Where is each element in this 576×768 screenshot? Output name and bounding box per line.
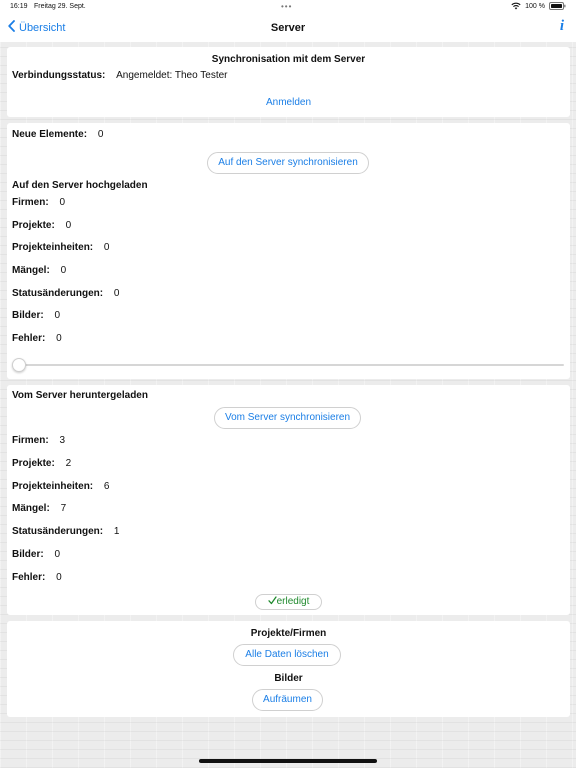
slider-thumb[interactable]: [12, 358, 26, 372]
download-row-projects: Projekte: 2: [12, 458, 71, 469]
info-icon[interactable]: i: [560, 18, 564, 35]
uploaded-heading: Auf den Server hochgeladen: [12, 180, 148, 191]
upload-row-value: 0: [60, 265, 67, 276]
upload-row-value: 0: [54, 310, 61, 321]
upload-row-label: Mängel:: [12, 265, 50, 276]
downloaded-heading: Vom Server heruntergeladen: [12, 390, 148, 401]
status-time: 16:19: [10, 3, 28, 10]
download-row-value: 1: [113, 526, 120, 537]
download-card: Vom Server heruntergeladen Vom Server sy…: [7, 385, 570, 615]
download-row-label: Bilder:: [12, 549, 44, 560]
done-badge: erledigt: [255, 594, 322, 610]
status-date: Freitag 29. Sept.: [34, 3, 86, 10]
upload-row-label: Projekteinheiten:: [12, 242, 94, 253]
download-row-label: Statusänderungen:: [12, 526, 104, 537]
download-row-value: 0: [54, 549, 61, 560]
login-button[interactable]: Anmelden: [7, 97, 570, 108]
download-row-label: Fehler:: [12, 572, 46, 583]
download-row-status-changes: Statusänderungen: 1: [12, 526, 119, 537]
wifi-icon: [511, 2, 521, 10]
download-row-defects: Mängel: 7: [12, 503, 66, 514]
upload-row-companies: Firmen: 0: [12, 197, 65, 208]
done-label: erledigt: [276, 596, 310, 607]
upload-row-projects: Projekte: 0: [12, 220, 71, 231]
upload-row-value: 0: [56, 333, 62, 344]
home-indicator: [199, 759, 377, 763]
download-row-value: 6: [103, 481, 110, 492]
multitasking-dots[interactable]: •••: [281, 2, 292, 11]
download-row-errors: Fehler: 0: [12, 572, 62, 583]
upload-row-label: Projekte:: [12, 220, 55, 231]
connection-status-row: Verbindungsstatus: Angemeldet: Theo Test…: [12, 70, 228, 81]
upload-card: Neue Elemente: 0 Auf den Server synchron…: [7, 123, 570, 379]
projects-companies-heading: Projekte/Firmen: [250, 628, 327, 639]
download-row-images: Bilder: 0: [12, 549, 60, 560]
download-row-label: Mängel:: [12, 503, 50, 514]
upload-row-errors: Fehler: 0: [12, 333, 62, 344]
new-items-label: Neue Elemente:: [12, 129, 88, 140]
maintenance-card: Projekte/Firmen Alle Daten löschen Bilde…: [7, 621, 570, 717]
battery-percent: 100 %: [525, 2, 545, 10]
upload-sync-button[interactable]: Auf den Server synchronisieren: [207, 152, 369, 174]
upload-row-value: 0: [113, 288, 120, 299]
download-row-companies: Firmen: 3: [12, 435, 65, 446]
download-row-label: Projekte:: [12, 458, 55, 469]
battery-icon: [549, 2, 566, 10]
checkmark-icon: [267, 596, 277, 610]
upload-row-images: Bilder: 0: [12, 310, 60, 321]
upload-row-label: Firmen:: [12, 197, 49, 208]
upload-row-label: Statusänderungen:: [12, 288, 104, 299]
download-row-label: Firmen:: [12, 435, 49, 446]
download-row-project-units: Projekteinheiten: 6: [12, 481, 109, 492]
download-row-value: 7: [60, 503, 67, 514]
upload-row-status-changes: Statusänderungen: 0: [12, 288, 119, 299]
upload-row-value: 0: [59, 197, 66, 208]
download-row-value: 0: [56, 572, 62, 583]
upload-row-label: Bilder:: [12, 310, 44, 321]
sync-card-title: Synchronisation mit dem Server: [211, 54, 366, 65]
status-right: 100 %: [511, 2, 566, 10]
new-items-row: Neue Elemente: 0: [12, 129, 103, 140]
upload-row-value: 0: [103, 242, 110, 253]
new-items-value: 0: [97, 129, 104, 140]
page-title: Server: [270, 22, 306, 34]
status-bar: 16:19 Freitag 29. Sept. ••• 100 %: [0, 0, 576, 14]
sync-status-card: Synchronisation mit dem Server Verbindun…: [7, 47, 570, 117]
upload-row-defects: Mängel: 0: [12, 265, 66, 276]
connection-status-label: Verbindungsstatus:: [12, 70, 106, 81]
upload-row-value: 0: [65, 220, 72, 231]
download-sync-button[interactable]: Vom Server synchronisieren: [214, 407, 361, 429]
connection-status-value: Angemeldet: Theo Tester: [116, 70, 228, 81]
download-row-value: 2: [65, 458, 72, 469]
images-heading: Bilder: [274, 673, 303, 684]
upload-row-project-units: Projekteinheiten: 0: [12, 242, 109, 253]
upload-progress-slider[interactable]: [12, 358, 564, 372]
delete-all-data-button[interactable]: Alle Daten löschen: [233, 644, 341, 666]
cleanup-button[interactable]: Aufräumen: [252, 689, 323, 711]
upload-row-label: Fehler:: [12, 333, 46, 344]
download-row-value: 3: [59, 435, 66, 446]
navigation-bar: Übersicht Server i: [0, 14, 576, 42]
download-row-label: Projekteinheiten:: [12, 481, 94, 492]
